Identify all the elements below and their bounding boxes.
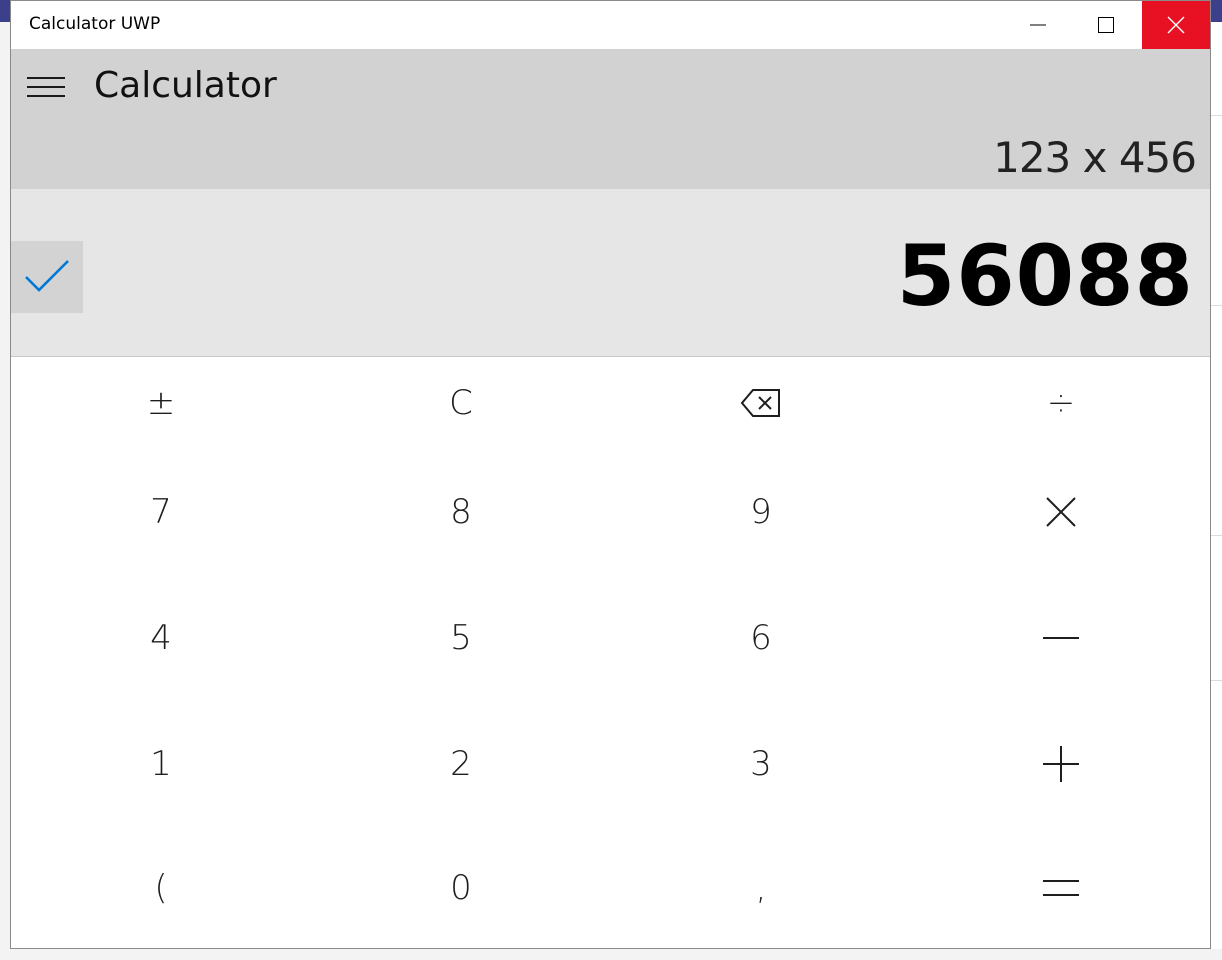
close-button[interactable] <box>1142 1 1210 49</box>
digit-3-button[interactable]: 3 <box>611 701 911 827</box>
maximize-button[interactable] <box>1072 1 1140 49</box>
clear-button[interactable]: C <box>311 357 611 449</box>
result-area: 56088 <box>11 189 1210 357</box>
digit-9-button[interactable]: 9 <box>611 449 911 575</box>
calculator-header: Calculator 123 x 456 <box>11 49 1210 189</box>
plus-icon <box>1043 746 1079 782</box>
close-icon <box>1167 16 1185 34</box>
backspace-button[interactable] <box>611 357 911 449</box>
digit-7-button[interactable]: 7 <box>11 449 311 575</box>
multiply-icon <box>1046 497 1076 527</box>
expression-display: 123 x 456 <box>993 133 1197 182</box>
digit-2-button[interactable]: 2 <box>311 701 611 827</box>
plus-minus-button[interactable]: ± <box>11 357 311 449</box>
multiply-button[interactable] <box>911 449 1210 575</box>
maximize-icon <box>1098 17 1114 33</box>
confirm-button[interactable] <box>11 241 83 313</box>
equals-icon <box>1043 880 1079 896</box>
digit-4-button[interactable]: 4 <box>11 575 311 701</box>
digit-8-button[interactable]: 8 <box>311 449 611 575</box>
window-title: Calculator UWP <box>29 14 161 34</box>
digit-5-button[interactable]: 5 <box>311 575 611 701</box>
decimal-button[interactable]: , <box>611 827 911 948</box>
subtract-button[interactable] <box>911 575 1210 701</box>
open-paren-button[interactable]: ( <box>11 827 311 948</box>
background-right-edge <box>1211 0 1222 960</box>
calculator-window: Calculator UWP Calculator 123 x 456 5608… <box>10 0 1211 949</box>
title-bar[interactable]: Calculator UWP <box>11 1 1210 49</box>
background-divider <box>1211 305 1222 306</box>
digit-6-button[interactable]: 6 <box>611 575 911 701</box>
background-divider <box>1211 115 1222 116</box>
hamburger-menu-icon[interactable] <box>27 73 67 101</box>
minimize-button[interactable] <box>1004 1 1072 49</box>
equals-button[interactable] <box>911 827 1210 948</box>
digit-1-button[interactable]: 1 <box>11 701 311 827</box>
add-button[interactable] <box>911 701 1210 827</box>
minimize-icon <box>1030 24 1046 26</box>
backspace-icon <box>741 389 780 417</box>
digit-0-button[interactable]: 0 <box>311 827 611 948</box>
background-divider <box>1211 680 1222 681</box>
minus-icon <box>1043 637 1079 639</box>
divide-button[interactable]: ÷ <box>911 357 1210 449</box>
background-taskbar-strip <box>1211 0 1222 22</box>
background-divider <box>1211 535 1222 536</box>
app-title: Calculator <box>94 65 277 106</box>
keypad: ± C ÷ 7 8 9 4 5 6 1 2 3 (0 , <box>11 357 1210 948</box>
checkmark-icon <box>25 260 69 292</box>
result-display: 56088 <box>896 227 1194 325</box>
background-bottom-edge <box>0 949 1222 960</box>
